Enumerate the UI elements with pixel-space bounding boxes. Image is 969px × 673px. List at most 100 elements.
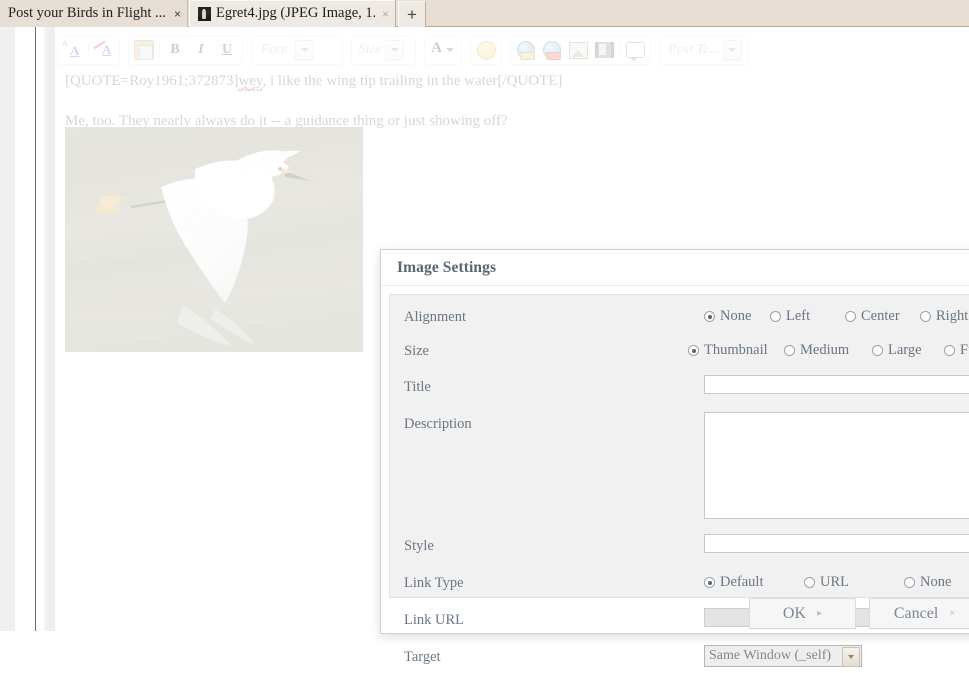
cancel-button-label: Cancel bbox=[893, 604, 939, 622]
font-family-placeholder: Font bbox=[261, 42, 288, 57]
radio-dot-icon bbox=[904, 577, 915, 588]
radio-label: Right bbox=[936, 308, 969, 324]
smiley-icon[interactable] bbox=[473, 38, 499, 62]
tab-label: Post your Birds in Flight ... bbox=[8, 5, 166, 21]
ok-button[interactable]: OK ▸ bbox=[749, 598, 856, 629]
italic-button[interactable]: I bbox=[188, 38, 214, 62]
remove-format-icon[interactable] bbox=[60, 38, 86, 62]
target-select[interactable]: Same Window (_self) bbox=[704, 645, 862, 667]
radio-link-type-url[interactable]: URL bbox=[804, 574, 904, 591]
radio-size-thumbnail[interactable]: Thumbnail bbox=[688, 342, 784, 359]
paste-icon[interactable] bbox=[131, 38, 157, 62]
insert-link-icon[interactable] bbox=[513, 38, 539, 62]
dialog-title-bar[interactable]: Image Settings X bbox=[381, 250, 969, 286]
egret-photo-graphic bbox=[65, 127, 363, 352]
close-icon[interactable]: × bbox=[375, 8, 389, 20]
style-input[interactable] bbox=[704, 534, 969, 553]
close-icon: × bbox=[949, 607, 956, 619]
radio-dot-icon bbox=[704, 577, 715, 588]
chevron-down-icon[interactable] bbox=[842, 647, 860, 667]
radio-alignment-none[interactable]: None bbox=[704, 308, 770, 325]
dialog-form: Alignment None Left Center Right Size Th… bbox=[389, 294, 969, 667]
alignment-label: Alignment bbox=[404, 309, 467, 325]
post-template-placeholder: Post Te... bbox=[668, 42, 720, 57]
window-left-gutter bbox=[0, 27, 15, 631]
row-link-type: Link Type Default URL None bbox=[390, 571, 969, 599]
radio-label: None bbox=[720, 308, 752, 324]
dialog-button-row: OK ▸ Cancel × bbox=[381, 598, 969, 634]
font-family-dropdown[interactable]: Font bbox=[251, 35, 343, 65]
page-viewport: B I U Font Size bbox=[0, 27, 969, 667]
radio-label: None bbox=[920, 574, 952, 590]
radio-label: Large bbox=[888, 342, 922, 358]
toolbar-group-text-style: B I U bbox=[128, 35, 243, 65]
underline-button[interactable]: U bbox=[214, 38, 240, 62]
toolbar-group-insert bbox=[510, 35, 652, 65]
new-tab-button[interactable]: + bbox=[398, 1, 426, 27]
radio-dot-icon bbox=[920, 311, 931, 322]
radio-size-large[interactable]: Large bbox=[872, 342, 944, 359]
radio-dot-icon bbox=[804, 577, 815, 588]
remove-all-format-icon[interactable] bbox=[91, 38, 117, 62]
browser-window: Post your Birds in Flight ... × Egret4.j… bbox=[0, 0, 969, 667]
radio-label: URL bbox=[820, 574, 849, 590]
browser-tab-strip: Post your Birds in Flight ... × Egret4.j… bbox=[0, 0, 969, 27]
target-selected-value: Same Window (_self) bbox=[709, 648, 832, 663]
radio-dot-icon bbox=[872, 345, 883, 356]
font-size-placeholder: Size bbox=[358, 42, 382, 57]
radio-size-medium[interactable]: Medium bbox=[784, 342, 872, 359]
browser-tab-egret-image[interactable]: Egret4.jpg (JPEG Image, 1... × bbox=[189, 0, 396, 27]
page-left-margin bbox=[15, 27, 35, 631]
quote-rest: , i like the wing tip trailing in the wa… bbox=[262, 73, 563, 89]
alignment-radio-group: None Left Center Right bbox=[704, 305, 969, 325]
chevron-down-icon[interactable] bbox=[722, 39, 742, 61]
row-size: Size Thumbnail Medium Large F bbox=[390, 339, 969, 367]
description-textarea[interactable] bbox=[704, 412, 969, 519]
radio-dot-icon bbox=[770, 311, 781, 322]
remove-link-icon[interactable] bbox=[539, 38, 565, 62]
row-title: Title bbox=[390, 375, 969, 403]
insert-quote-icon[interactable] bbox=[622, 38, 648, 62]
link-type-radio-group: Default URL None bbox=[704, 571, 969, 591]
cancel-button[interactable]: Cancel × bbox=[869, 598, 969, 629]
insert-video-icon[interactable] bbox=[591, 38, 617, 62]
toolbar-separator bbox=[619, 42, 621, 58]
row-target: Target Same Window (_self) bbox=[390, 645, 969, 673]
radio-alignment-center[interactable]: Center bbox=[845, 308, 920, 325]
radio-label: Full Size bbox=[960, 342, 969, 358]
browser-tab-forum-post[interactable]: Post your Birds in Flight ... × bbox=[0, 0, 188, 27]
embedded-egret-photo[interactable] bbox=[65, 127, 363, 352]
editor-toolbar: B I U Font Size bbox=[57, 32, 757, 68]
radio-label: Center bbox=[861, 308, 900, 324]
bold-button[interactable]: B bbox=[162, 38, 188, 62]
radio-label: Thumbnail bbox=[704, 342, 768, 358]
description-label: Description bbox=[404, 416, 472, 432]
toolbar-group-smiley bbox=[470, 35, 503, 65]
radio-alignment-right[interactable]: Right bbox=[920, 308, 968, 325]
radio-link-type-none[interactable]: None bbox=[904, 574, 951, 591]
radio-size-full[interactable]: Full Size bbox=[944, 342, 969, 359]
radio-label: Medium bbox=[800, 342, 850, 358]
chevron-down-icon[interactable] bbox=[385, 39, 405, 61]
post-template-dropdown[interactable]: Post Te... bbox=[659, 35, 750, 65]
tab-label: Egret4.jpg (JPEG Image, 1... bbox=[216, 5, 375, 21]
editor-paragraph-quote: [QUOTE=Roy1961;372873]wey, i like the wi… bbox=[65, 72, 969, 91]
style-label: Style bbox=[404, 538, 434, 554]
radio-label: Left bbox=[786, 308, 811, 324]
toolbar-group-format-clear bbox=[57, 35, 120, 65]
favicon-icon bbox=[198, 6, 211, 21]
radio-link-type-default[interactable]: Default bbox=[704, 574, 804, 591]
insert-image-icon[interactable] bbox=[565, 38, 591, 62]
page-inner-margin bbox=[36, 27, 44, 631]
title-input[interactable] bbox=[704, 375, 969, 394]
close-icon[interactable]: × bbox=[167, 8, 181, 20]
toolbar-separator bbox=[88, 42, 89, 58]
font-size-dropdown[interactable]: Size bbox=[350, 35, 417, 65]
radio-alignment-left[interactable]: Left bbox=[770, 308, 845, 325]
font-color-icon[interactable] bbox=[427, 38, 459, 62]
radio-dot-icon bbox=[704, 311, 715, 322]
link-type-label: Link Type bbox=[404, 575, 464, 591]
size-radio-group: Thumbnail Medium Large F bbox=[688, 339, 969, 359]
chevron-down-icon[interactable] bbox=[295, 39, 315, 61]
image-settings-dialog: Image Settings X Alignment None bbox=[380, 249, 969, 667]
